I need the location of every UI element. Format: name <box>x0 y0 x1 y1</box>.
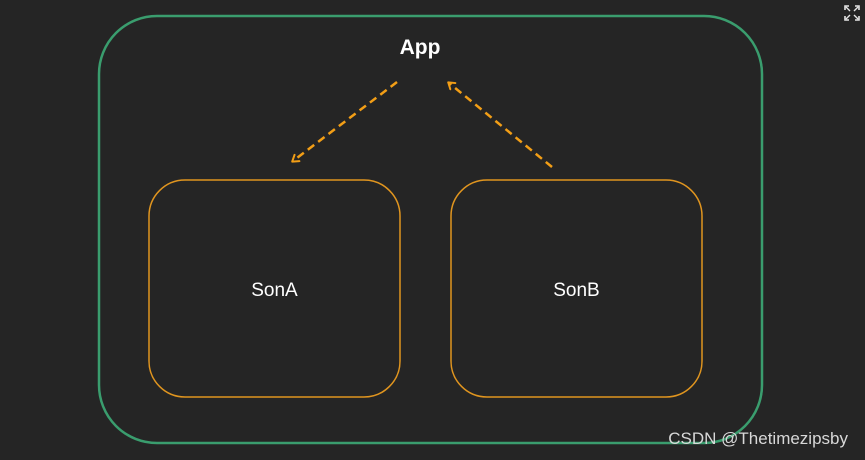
watermark: CSDN @Thetimezipsby <box>668 429 848 448</box>
sonb-label: SonB <box>553 280 599 301</box>
component-diagram: App SonA SonB <box>97 14 764 445</box>
app-label: App <box>400 36 441 59</box>
expand-icon[interactable] <box>843 4 861 22</box>
arrow-app-to-sona <box>291 81 398 163</box>
sona-label: SonA <box>251 280 298 301</box>
app-container <box>97 14 764 445</box>
arrow-sonb-to-app <box>447 81 553 168</box>
